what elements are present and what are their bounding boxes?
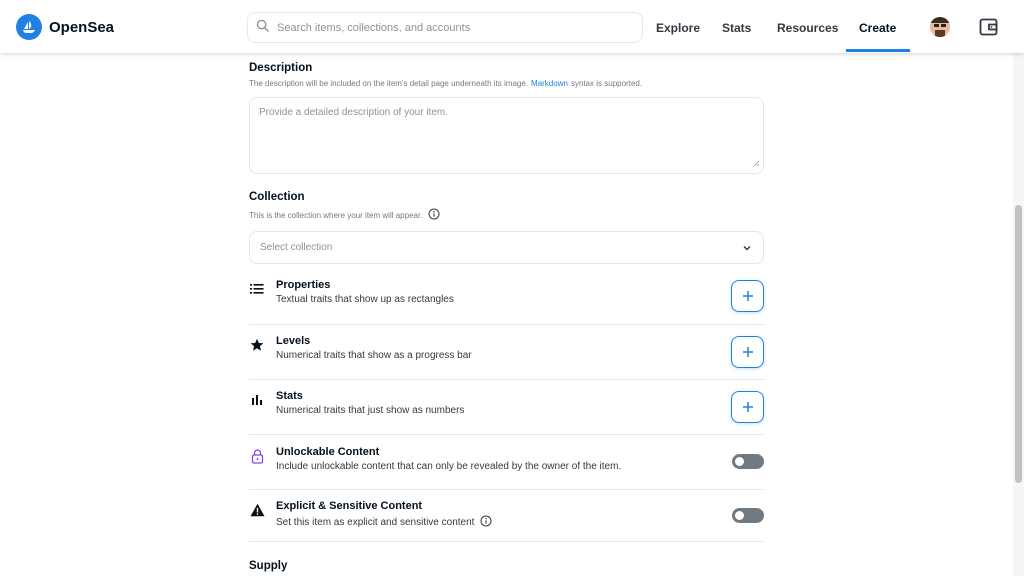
toggle-knob [735, 457, 744, 466]
wallet-icon[interactable] [979, 18, 998, 41]
stats-title: Stats [276, 390, 303, 402]
explicit-content-description: Set this item as explicit and sensitive … [276, 515, 492, 530]
plus-icon [742, 347, 753, 357]
properties-title: Properties [276, 279, 331, 291]
add-stats-button[interactable] [731, 391, 764, 423]
opensea-logo-icon [16, 14, 42, 40]
description-help-suffix: syntax is supported. [570, 79, 643, 88]
description-label: Description [249, 62, 313, 74]
nav-explore[interactable]: Explore [656, 21, 700, 35]
explicit-content-row: Explicit & Sensitive Content Set this it… [249, 500, 764, 542]
levels-description: Numerical traits that show as a progress… [276, 350, 472, 361]
opensea-logo[interactable]: OpenSea [16, 14, 114, 40]
description-help: The description will be included on the … [249, 79, 764, 88]
levels-row: Levels Numerical traits that show as a p… [249, 335, 764, 380]
info-icon[interactable] [480, 515, 492, 530]
collection-label: Collection [249, 191, 305, 203]
page-scrollbar[interactable] [1013, 53, 1024, 576]
resize-handle-icon[interactable] [753, 159, 760, 170]
brand-name: OpenSea [49, 18, 115, 36]
description-textarea[interactable]: Provide a detailed description of your i… [249, 97, 764, 174]
collection-select-placeholder: Select collection [260, 242, 333, 253]
unlockable-content-description: Include unlockable content that can only… [276, 461, 622, 472]
warning-icon [249, 502, 265, 518]
levels-title: Levels [276, 335, 311, 347]
list-icon [249, 281, 265, 297]
search-icon [256, 19, 269, 37]
plus-icon [742, 291, 753, 301]
nav-resources[interactable]: Resources [777, 21, 838, 35]
search-bar[interactable] [247, 12, 643, 43]
properties-description: Textual traits that show up as rectangle… [276, 294, 454, 305]
toggle-knob [735, 511, 744, 520]
collection-help-text: This is the collection where your item w… [249, 210, 423, 220]
stats-row: Stats Numerical traits that just show as… [249, 390, 764, 435]
collection-select[interactable]: Select collection [249, 231, 764, 264]
top-nav-bar: OpenSea Explore Stats Resources Create [0, 0, 1024, 53]
description-placeholder: Provide a detailed description of your i… [259, 107, 448, 118]
add-levels-button[interactable] [731, 336, 764, 368]
explicit-content-description-text: Set this item as explicit and sensitive … [276, 517, 475, 528]
chevron-down-icon [742, 243, 752, 256]
collection-help: This is the collection where your item w… [249, 208, 764, 222]
search-input[interactable] [277, 21, 617, 34]
markdown-link[interactable]: Markdown [531, 79, 568, 88]
info-icon[interactable] [428, 208, 440, 222]
avatar[interactable] [930, 17, 950, 37]
active-nav-indicator [846, 49, 910, 52]
lock-icon [249, 448, 265, 464]
add-properties-button[interactable] [731, 280, 764, 312]
nav-stats[interactable]: Stats [722, 21, 751, 35]
stats-description: Numerical traits that just show as numbe… [276, 405, 465, 416]
star-icon [249, 337, 265, 353]
explicit-content-title: Explicit & Sensitive Content [276, 500, 423, 512]
plus-icon [742, 402, 753, 412]
unlockable-content-toggle[interactable] [732, 454, 764, 469]
nav-create[interactable]: Create [859, 21, 896, 35]
properties-row: Properties Textual traits that show up a… [249, 279, 764, 325]
scrollbar-thumb[interactable] [1015, 205, 1022, 483]
unlockable-content-title: Unlockable Content [276, 446, 380, 458]
unlockable-content-row: Unlockable Content Include unlockable co… [249, 446, 764, 490]
description-help-text: The description will be included on the … [249, 79, 529, 88]
explicit-content-toggle[interactable] [732, 508, 764, 523]
bar-chart-icon [249, 392, 265, 408]
supply-label: Supply [249, 560, 288, 572]
